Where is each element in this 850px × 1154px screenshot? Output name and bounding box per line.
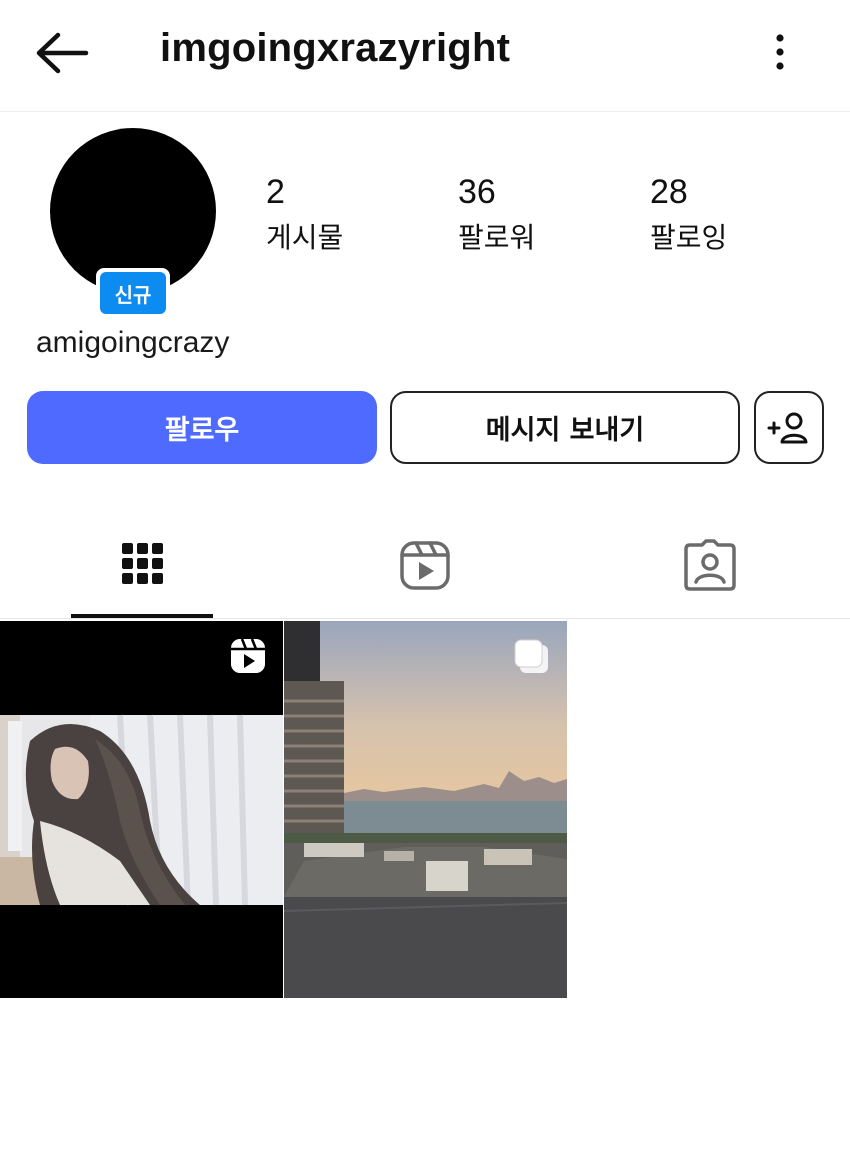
profile-handle-title: imgoingxrazyright [160,26,511,70]
back-button[interactable] [30,28,92,78]
followers-stat[interactable]: 36 팔로워 [458,170,535,258]
posts-stat[interactable]: 2 게시물 [266,170,343,258]
message-button[interactable]: 메시지 보내기 [390,391,740,464]
following-label: 팔로잉 [650,221,728,254]
tab-divider [0,618,850,619]
followers-count: 36 [458,173,496,211]
following-count: 28 [650,173,688,211]
post-image-waterfront [284,621,567,998]
tab-reels[interactable] [398,530,458,606]
grid-icon [122,543,163,584]
post-tile-reel[interactable] [0,621,283,998]
follow-button[interactable]: 팔로우 [27,391,377,464]
following-stat[interactable]: 28 팔로잉 [650,170,727,258]
new-badge-label: 신규 [100,272,166,314]
post-image-girl [0,621,283,998]
add-person-icon [767,412,808,443]
tagged-icon [684,539,736,591]
kebab-menu-icon [776,34,784,70]
reels-icon [400,541,450,590]
reels-icon [231,638,265,673]
posts-count: 2 [266,173,285,211]
add-user-button[interactable] [754,391,824,464]
posts-label: 게시물 [266,221,344,254]
followers-label: 팔로워 [458,221,536,254]
carousel-icon [514,639,548,673]
tab-tagged[interactable] [682,530,742,606]
more-options-button[interactable] [762,28,798,78]
arrow-left-icon [36,32,89,74]
profile-name: amigoingcrazy [36,326,230,359]
post-tile-carousel[interactable] [284,621,567,998]
tab-grid[interactable] [116,530,176,606]
top-bar: imgoingxrazyright [0,0,850,112]
new-badge: 신규 [96,268,170,318]
